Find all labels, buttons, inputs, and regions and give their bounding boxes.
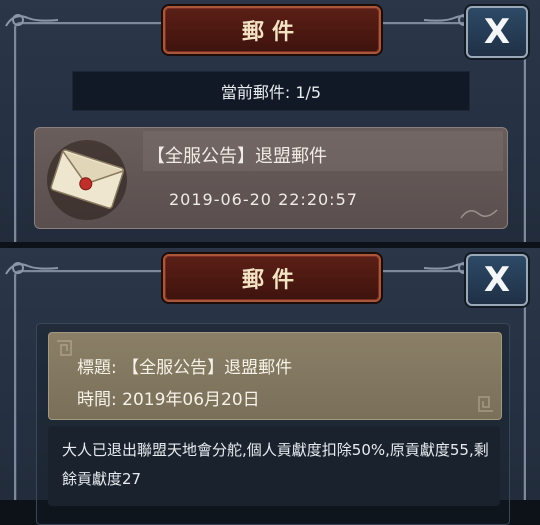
envelope-icon [47, 140, 127, 220]
mail-count-bar: 當前郵件: 1/5 [72, 71, 470, 111]
mail-count-text: 當前郵件: 1/5 [220, 83, 322, 102]
mail-list-item[interactable]: 【全服公告】退盟郵件 2019-06-20 22:20:57 [34, 127, 508, 229]
window-title-text: 郵件 [241, 19, 302, 45]
mail-body: 大人已退出聯盟天地會分舵,個人貢獻度扣除50%,原貢獻度55,剩餘貢獻度27 [48, 426, 500, 506]
close-button[interactable]: X [466, 6, 528, 58]
window-title: 郵件 [163, 6, 381, 54]
scroll-ornament-icon [5, 14, 59, 27]
detail-time: 時間: 2019年06月20日 [77, 390, 260, 410]
close-icon: X [483, 260, 511, 300]
window-title: 郵件 [163, 254, 381, 302]
mail-detail-header: 標題: 【全服公告】退盟郵件 時間: 2019年06月20日 [48, 332, 502, 420]
corner-ornament-icon [57, 340, 72, 356]
scroll-ornament-icon [5, 262, 59, 275]
mail-body-text: 大人已退出聯盟天地會分舵,個人貢獻度扣除50%,原貢獻度55,剩餘貢獻度27 [62, 441, 489, 488]
window-title-text: 郵件 [241, 267, 302, 293]
mail-date: 2019-06-20 22:20:57 [169, 190, 358, 209]
corner-ornament-icon [478, 396, 493, 412]
close-icon: X [483, 12, 511, 52]
cloud-swirl-icon [460, 209, 498, 219]
detail-subject: 標題: 【全服公告】退盟郵件 [77, 358, 293, 378]
close-button[interactable]: X [466, 254, 528, 306]
mail-subject: 【全服公告】退盟郵件 [147, 146, 327, 167]
mail-list-window: 郵件 X 當前郵件: 1/5 【全服公告】退盟郵件 2019-06-20 22:… [0, 0, 540, 242]
